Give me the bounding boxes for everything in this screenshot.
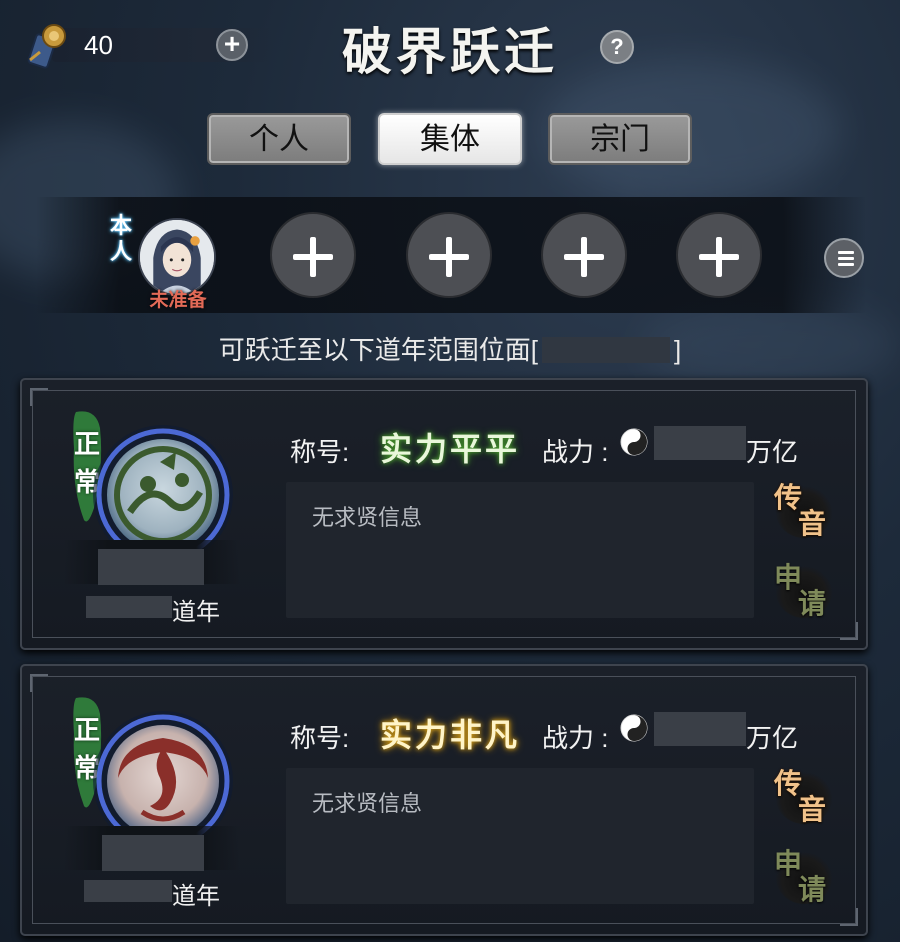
help-button[interactable]: ?: [600, 30, 634, 64]
redacted-years: [86, 596, 172, 618]
ready-status: 未准备: [149, 290, 207, 311]
rank-title: 实力平平: [380, 430, 521, 468]
title-label: 称号:: [290, 723, 350, 753]
tab-sect[interactable]: 宗门: [548, 113, 692, 165]
page-title: 破界跃迁: [342, 22, 558, 81]
apply-button-char: 请: [798, 587, 827, 620]
redacted-power: [654, 426, 746, 460]
empty-slot-add-button[interactable]: [676, 212, 762, 298]
yin-yang-icon: [620, 714, 648, 742]
message-button-char: 音: [798, 793, 827, 826]
apply-button[interactable]: 申 请: [770, 842, 836, 908]
character-portrait-icon: [140, 220, 214, 294]
range-text-suffix: ]: [674, 335, 682, 365]
empty-slot-add-button[interactable]: [541, 212, 627, 298]
recruit-message: 无求贤信息: [312, 791, 423, 816]
realm-card: 正 常 道年 称号: 实力平平 战力 : 万亿 无求贤信息 传 音 申 请: [20, 378, 868, 650]
rank-title: 实力非凡: [380, 716, 521, 754]
redacted-years: [84, 880, 172, 902]
empty-slot-add-button[interactable]: [406, 212, 492, 298]
years-label: 道年: [172, 883, 220, 910]
apply-button-char: 请: [798, 873, 827, 906]
redacted-power: [654, 712, 746, 746]
apply-button[interactable]: 申 请: [770, 556, 836, 622]
tab-group[interactable]: 集体: [378, 113, 522, 165]
recruit-message-box: 无求贤信息: [286, 482, 754, 618]
self-tag: 本人: [110, 213, 133, 265]
empty-slot-add-button[interactable]: [270, 212, 356, 298]
list-icon: [838, 257, 854, 260]
message-button-char: 音: [798, 507, 827, 540]
currency-value: 40: [84, 30, 113, 60]
list-button[interactable]: [824, 238, 864, 278]
recruit-message-box: 无求贤信息: [286, 768, 754, 904]
message-button[interactable]: 传 音: [770, 762, 836, 828]
recruit-message: 无求贤信息: [312, 505, 423, 530]
power-unit: 万亿: [746, 437, 799, 467]
range-info: 可跃迁至以下道年范围位面[]: [0, 330, 900, 367]
list-icon: [838, 263, 854, 266]
redacted-name: [98, 549, 204, 585]
realm-card: 正 常 道年 称号: 实力非凡 战力 : 万亿 无求贤信息 传 音 申 请: [20, 664, 868, 936]
redacted-name: [102, 835, 204, 871]
list-icon: [838, 251, 854, 254]
redacted-range: [542, 337, 670, 363]
currency-bar: 40 +: [22, 22, 272, 69]
message-button[interactable]: 传 音: [770, 476, 836, 542]
power-unit: 万亿: [746, 723, 799, 753]
player-name-plate: [64, 826, 240, 871]
tab-personal[interactable]: 个人: [207, 113, 351, 165]
title-label: 称号:: [290, 437, 350, 467]
yin-yang-icon: [620, 428, 648, 456]
years-label: 道年: [172, 599, 220, 626]
power-label: 战力 :: [542, 723, 609, 753]
scroll-token-icon: [27, 24, 66, 69]
add-currency-button[interactable]: +: [216, 29, 248, 61]
power-label: 战力 :: [542, 437, 609, 467]
player-name-plate: [64, 540, 240, 585]
range-text-prefix: 可跃迁至以下道年范围位面[: [218, 335, 538, 365]
